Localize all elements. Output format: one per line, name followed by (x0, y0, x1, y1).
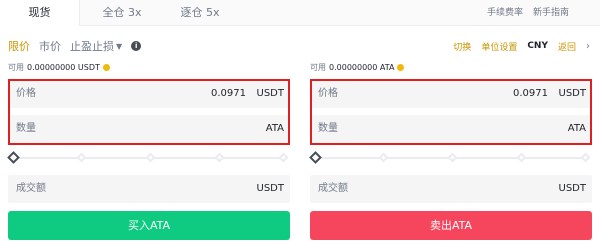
guide-link[interactable]: 新手指南 (533, 0, 569, 26)
slider-handle[interactable] (309, 151, 322, 164)
coin-icon (397, 63, 405, 71)
highlight-box (8, 79, 290, 145)
unit-setting-option[interactable]: 单位设置 (481, 40, 517, 53)
slider-tick[interactable] (278, 152, 289, 163)
coin-icon (102, 63, 110, 71)
slider-tick[interactable] (76, 152, 87, 163)
sell-total-label: 成交额 (318, 183, 348, 194)
buy-panel: 可用 0.00000000 USDT 价格 0.0971 USDT 数量 ATA… (7, 60, 290, 240)
order-type-stop-label: 止盈止损 (70, 40, 114, 53)
sell-amount-slider[interactable] (309, 151, 592, 164)
buy-total-label: 成交额 (16, 183, 46, 194)
tab-isolated-margin[interactable]: 逐仓 5x (170, 0, 230, 26)
back-option[interactable]: 返回 (558, 40, 576, 53)
highlight-box (310, 79, 592, 145)
order-type-stop[interactable]: 止盈止损 ▼ (70, 38, 122, 54)
right-options: 切换 单位设置 CNY 返回 › (453, 38, 590, 54)
slider-tick[interactable] (516, 152, 527, 163)
slider-tick[interactable] (447, 152, 458, 163)
order-type-limit[interactable]: 限价 (8, 38, 30, 54)
slider-tick[interactable] (580, 152, 591, 163)
buy-total-unit: USDT (256, 183, 284, 194)
slider-tick[interactable] (214, 152, 225, 163)
buy-button[interactable]: 买入ATA (8, 211, 290, 240)
sell-button[interactable]: 卖出ATA (310, 211, 592, 240)
slider-tick[interactable] (145, 152, 156, 163)
caret-down-icon: ▼ (116, 42, 123, 51)
buy-available: 可用 0.00000000 USDT (8, 60, 290, 74)
slider-handle[interactable] (7, 151, 20, 164)
tab-spot[interactable]: 现货 (0, 0, 80, 26)
sell-available-value: 0.00000000 ATA (329, 62, 395, 72)
slider-tick[interactable] (378, 152, 389, 163)
sell-available-label: 可用 (310, 62, 326, 72)
order-type-selector: 限价 市价 止盈止损 ▼ i (8, 38, 142, 54)
buy-available-label: 可用 (8, 62, 24, 72)
fee-rate-link[interactable]: 手续费率 (487, 0, 523, 26)
margin-mode-tabs: 现货 全仓 3x 逐仓 5x 手续费率 新手指南 (0, 0, 600, 26)
currency-cny[interactable]: CNY (527, 41, 548, 51)
buy-available-value: 0.00000000 USDT (27, 62, 100, 72)
buy-amount-slider[interactable] (7, 151, 290, 164)
info-icon[interactable]: i (131, 41, 142, 51)
order-type-market[interactable]: 市价 (39, 38, 61, 54)
sell-panel: 可用 0.00000000 ATA 价格 0.0971 USDT 数量 ATA … (309, 60, 592, 240)
sell-available: 可用 0.00000000 ATA (310, 60, 592, 74)
tab-cross-margin[interactable]: 全仓 3x (92, 0, 152, 26)
toggle-option[interactable]: 切换 (453, 40, 471, 53)
sell-total-unit: USDT (558, 183, 586, 194)
buy-total-field[interactable]: 成交额 USDT (8, 175, 290, 203)
sell-total-field[interactable]: 成交额 USDT (310, 175, 592, 203)
chevron-right-icon[interactable]: › (586, 41, 590, 52)
